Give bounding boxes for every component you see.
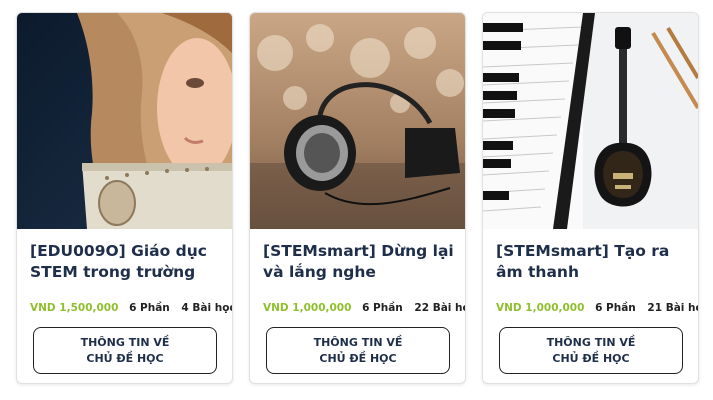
course-grid: [EDU009O] Giáo dục STEM trong trường VND…	[0, 0, 713, 400]
course-card[interactable]: [STEMsmart] Tạo ra âm thanh VND 1,000,00…	[482, 12, 699, 384]
button-line1: THÔNG TIN VỀ	[313, 335, 403, 349]
course-parts: 6 Phần	[129, 302, 170, 314]
course-lessons: 21 Bài học	[647, 302, 698, 314]
course-card[interactable]: [STEMsmart] Dừng lại và lắng nghe VND 1,…	[249, 12, 466, 384]
course-lessons: 22 Bài học	[414, 302, 465, 314]
course-title[interactable]: [STEMsmart] Tạo ra âm thanh	[496, 241, 696, 283]
button-line2: CHỦ ĐỀ HỌC	[319, 351, 397, 365]
course-lessons: 4 Bài học	[181, 302, 233, 314]
course-price: VND 1,000,000	[496, 302, 585, 314]
course-meta: VND 1,000,000 6 Phần 22 Bài học	[263, 302, 465, 314]
course-price: VND 1,500,000	[30, 302, 119, 314]
course-thumbnail[interactable]	[483, 13, 698, 229]
button-line1: THÔNG TIN VỀ	[80, 335, 170, 349]
headphones-image	[250, 13, 465, 229]
course-meta: VND 1,000,000 6 Phần 21 Bài học	[496, 302, 698, 314]
button-line2: CHỦ ĐỀ HỌC	[552, 351, 630, 365]
course-card[interactable]: [EDU009O] Giáo dục STEM trong trường VND…	[16, 12, 233, 384]
button-line1: THÔNG TIN VỀ	[546, 335, 636, 349]
course-thumbnail[interactable]	[250, 13, 465, 229]
course-thumbnail[interactable]	[17, 13, 232, 229]
course-title[interactable]: [EDU009O] Giáo dục STEM trong trường	[30, 241, 230, 283]
course-title[interactable]: [STEMsmart] Dừng lại và lắng nghe	[263, 241, 463, 283]
course-meta: VND 1,500,000 6 Phần 4 Bài học	[30, 302, 233, 314]
course-info-button[interactable]: THÔNG TIN VỀ CHỦ ĐỀ HỌC	[33, 327, 217, 374]
course-info-button[interactable]: THÔNG TIN VỀ CHỦ ĐỀ HỌC	[499, 327, 683, 374]
course-parts: 6 Phần	[362, 302, 403, 314]
course-parts: 6 Phần	[595, 302, 636, 314]
button-line2: CHỦ ĐỀ HỌC	[86, 351, 164, 365]
course-price: VND 1,000,000	[263, 302, 352, 314]
course-info-button[interactable]: THÔNG TIN VỀ CHỦ ĐỀ HỌC	[266, 327, 450, 374]
piano-guitar-image	[483, 13, 698, 229]
child-astronaut-image	[17, 13, 232, 229]
